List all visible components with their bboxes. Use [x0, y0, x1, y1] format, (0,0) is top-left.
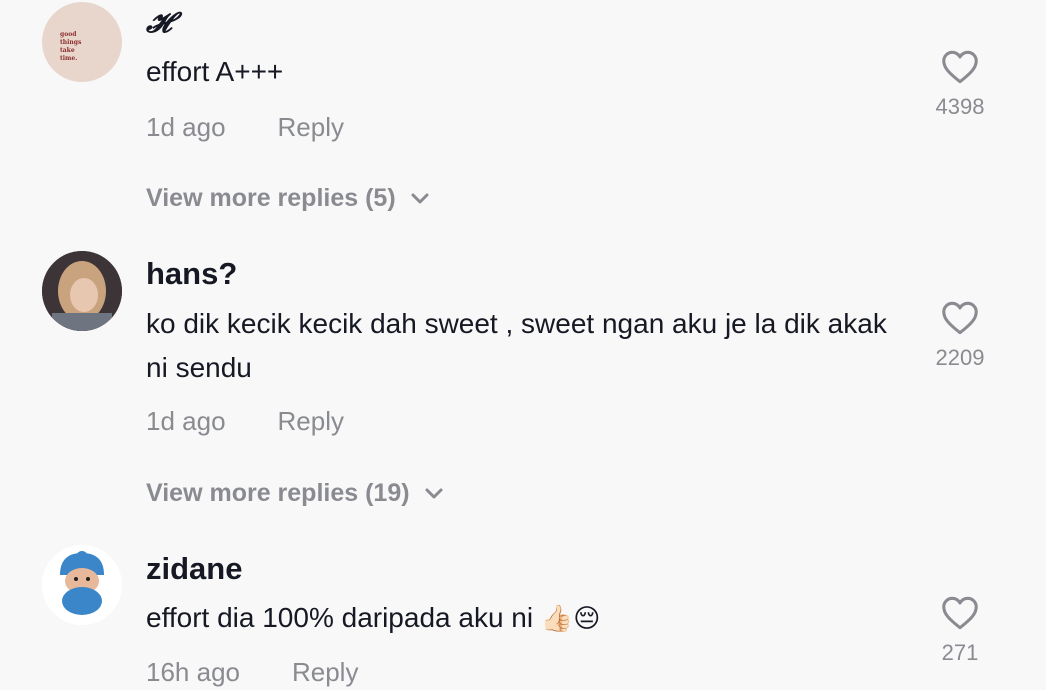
avatar[interactable]: good things take time.	[42, 2, 122, 82]
avatar[interactable]	[42, 251, 122, 331]
heart-icon	[942, 301, 978, 335]
comment-time: 1d ago	[146, 406, 226, 436]
comment-meta: 1d ago Reply	[146, 112, 344, 143]
comment-meta: 16h ago Reply	[146, 657, 358, 688]
like-count: 271	[941, 640, 979, 665]
comment-time: 16h ago	[146, 657, 240, 687]
emoji: 👍🏻😔	[540, 604, 601, 634]
avatar-image	[42, 251, 122, 331]
heart-icon	[942, 596, 978, 630]
comment-meta: 1d ago Reply	[146, 406, 344, 437]
avatar-image	[42, 545, 122, 625]
svg-text:good: good	[60, 31, 77, 38]
view-more-replies[interactable]: View more replies (19)	[146, 479, 444, 508]
comment-username[interactable]: zidane	[146, 551, 242, 587]
like-count: 2209	[935, 345, 985, 370]
comment-text-content: effort dia 100% daripada aku ni	[146, 602, 534, 633]
svg-text:take: take	[60, 47, 75, 54]
view-more-label: View more replies (19)	[146, 479, 410, 507]
avatar-image: good things take time.	[60, 31, 82, 62]
view-more-label: View more replies (5)	[146, 184, 396, 212]
comment-username[interactable]: hans?	[146, 256, 237, 292]
comment-time: 1d ago	[146, 112, 226, 142]
comment-text: effort A+++	[146, 56, 284, 87]
view-more-replies[interactable]: View more replies (5)	[146, 184, 430, 213]
reply-button[interactable]: Reply	[292, 657, 358, 687]
like-button[interactable]: 2209	[918, 301, 1002, 371]
heart-icon	[942, 50, 978, 84]
avatar[interactable]	[42, 545, 122, 625]
svg-text:things: things	[60, 39, 82, 46]
svg-text:time.: time.	[60, 55, 77, 62]
like-button[interactable]: 4398	[918, 50, 1002, 120]
comment-text: effort dia 100% daripada aku ni 👍🏻😔	[146, 596, 906, 641]
reply-button[interactable]: Reply	[278, 406, 344, 436]
comment-text: ko dik kecik kecik dah sweet , sweet nga…	[146, 308, 887, 383]
chevron-down-icon	[425, 488, 443, 498]
chevron-down-icon	[411, 193, 429, 203]
like-count: 4398	[935, 94, 985, 119]
like-button[interactable]: 271	[918, 596, 1002, 666]
comment-username[interactable]: 𝓗	[146, 6, 171, 40]
reply-button[interactable]: Reply	[278, 112, 344, 142]
